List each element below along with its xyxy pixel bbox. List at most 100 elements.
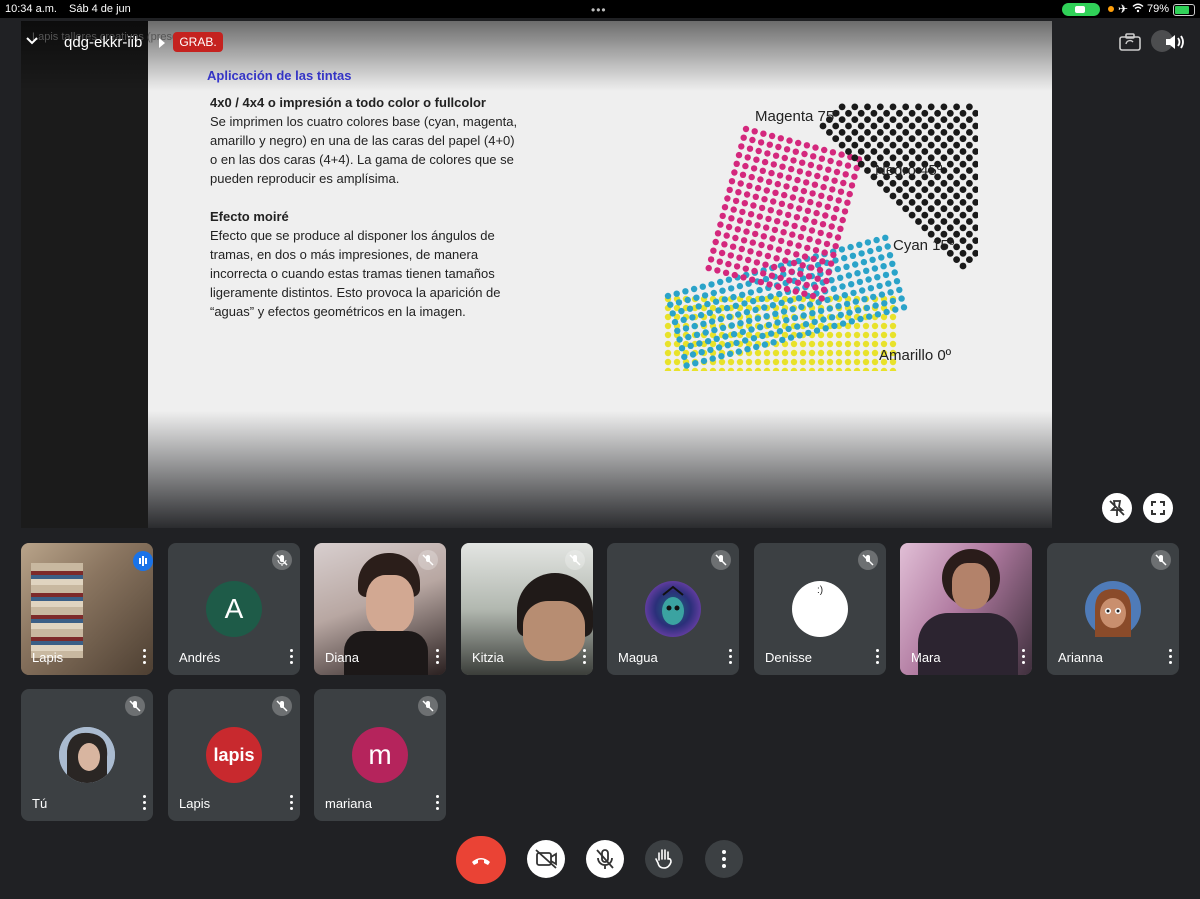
raise-hand-button[interactable] [645,840,683,878]
camera-toggle-button[interactable] [527,840,565,878]
halftone-dot [848,281,855,288]
halftone-dot [891,269,898,276]
participant-tile[interactable]: Tú [21,689,153,821]
meeting-code[interactable]: qdg-ekkr-iib [64,34,142,51]
speaker-icon[interactable] [1164,33,1186,51]
participant-tile[interactable]: Mara [900,543,1032,675]
halftone-dot [851,116,859,123]
more-vert-icon[interactable] [143,795,147,811]
halftone-dot [749,136,756,144]
multitasking-dots-icon[interactable]: ••• [591,3,607,17]
halftone-dot [871,331,879,339]
halftone-dot [972,122,978,130]
participant-tile[interactable]: Diana [314,543,446,675]
halftone-dot [902,116,910,123]
halftone-dot [807,161,815,169]
participant-tile[interactable]: A Andrés [168,543,300,675]
participant-name: mariana [325,796,372,811]
halftone-dot [940,179,948,187]
halftone-dot [693,331,701,338]
mic-toggle-button[interactable] [586,840,624,878]
halftone-dot [852,261,859,268]
more-vert-icon[interactable] [583,649,587,665]
halftone-dot [750,297,757,305]
participant-tile[interactable]: lapis Lapis [168,689,300,821]
halftone-dot [743,228,750,235]
avatar-logo: lapis [206,727,262,783]
halftone-dot [692,360,699,367]
halftone-dot [730,293,737,301]
halftone-dot [803,142,811,149]
halftone-dot [953,154,960,162]
face [366,575,414,633]
halftone-dot [744,346,751,353]
halftone-dot [889,260,896,267]
slide-section1-line: amarillo y negro) en una de las caras de… [210,133,515,148]
more-vert-icon[interactable] [436,649,440,665]
halftone-dot [835,340,843,348]
more-vert-icon[interactable] [290,795,294,811]
halftone-dot [724,342,731,349]
halftone-dot [763,187,770,194]
halftone-dot [959,135,967,143]
wifi-icon [1132,2,1144,16]
avatar: :) [792,581,848,637]
halftone-dot [832,294,840,301]
more-vert-icon[interactable] [436,795,440,811]
halftone-dot [758,241,765,249]
halftone-dot [731,169,738,176]
halftone-dot [972,211,978,219]
halftone-dot [940,141,948,149]
halftone-dot [757,176,764,183]
halftone-dot [727,358,735,366]
participant-tile[interactable]: Arianna [1047,543,1179,675]
mic-off-icon [125,696,145,716]
halftone-dot [684,296,691,304]
halftone-dot [870,122,878,130]
halftone-dot [732,197,740,205]
halftone-dot [873,236,880,244]
halftone-dot [805,170,812,177]
halftone-dot [745,358,753,366]
halftone-dot [822,325,829,332]
end-call-button[interactable] [456,836,506,884]
halftone-dot [826,129,833,136]
more-vert-icon[interactable] [143,649,147,665]
halftone-dot [664,349,672,357]
halftone-dot [699,283,706,290]
halftone-dot [818,192,825,199]
halftone-dot [946,224,954,232]
halftone-dot [778,200,786,207]
chevron-right-icon[interactable] [158,38,166,48]
participant-tile[interactable]: Lapis [21,543,153,675]
chevron-down-icon[interactable] [24,33,40,49]
more-vert-icon[interactable] [290,649,294,665]
participant-tile[interactable]: Kitzia [461,543,593,675]
unpin-button[interactable] [1102,493,1132,523]
participant-tile[interactable]: m mariana [314,689,446,821]
participant-tile[interactable]: :) Denisse [754,543,886,675]
halftone-dot [934,148,941,155]
halftone-dot [667,301,674,308]
halftone-dot [828,314,836,321]
more-vert-icon[interactable] [729,649,733,665]
halftone-dot [871,265,879,272]
halftone-dot [966,256,973,263]
switch-camera-icon[interactable] [1119,33,1141,51]
halftone-dot [830,214,838,221]
recording-badge: GRAB. [173,32,223,52]
participant-tile[interactable]: Magua [607,543,739,675]
slide-section1-line: pueden reproducir es amplísima. [210,171,400,186]
fullscreen-button[interactable] [1143,493,1173,523]
halftone-dot [864,239,872,246]
more-vert-icon[interactable] [1169,649,1173,665]
halftone-dot [867,285,875,292]
more-options-button[interactable] [705,840,743,878]
halftone-dot [808,227,816,234]
halftone-dot [902,192,910,200]
more-vert-icon[interactable] [1022,649,1026,665]
halftone-dot [740,237,748,244]
halftone-dot [808,264,815,271]
halftone-dot [771,263,778,271]
more-vert-icon[interactable] [876,649,880,665]
